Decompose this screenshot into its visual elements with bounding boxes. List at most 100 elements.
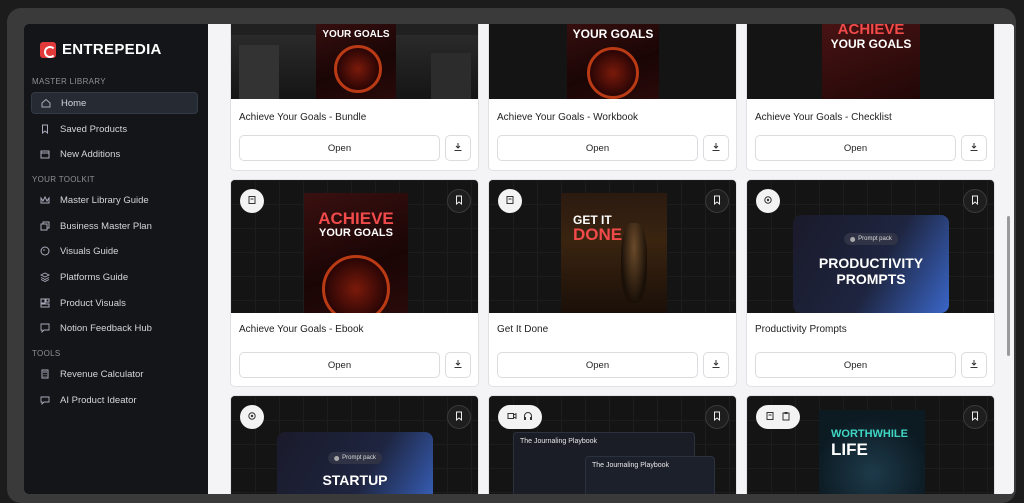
bookmark-icon	[712, 408, 722, 426]
product-title: Achieve Your Goals - Bundle	[239, 112, 367, 123]
copy-icon	[40, 221, 50, 231]
message-icon	[40, 323, 50, 333]
product-card[interactable]: The Journaling Playbook The Journaling P…	[488, 395, 737, 494]
product-thumbnail: GET IT DONE	[489, 180, 736, 313]
video-icon	[507, 408, 517, 426]
open-button[interactable]: Open	[755, 135, 956, 161]
cover-title: PRODUCTIVITY PROMPTS	[818, 255, 924, 288]
bookmark-icon	[40, 124, 50, 134]
crown-icon	[40, 195, 50, 205]
sidebar-item-master-library-guide[interactable]: Master Library Guide	[31, 189, 198, 211]
sidebar-item-new-additions[interactable]: New Additions	[31, 143, 198, 165]
bookmark-icon	[454, 408, 464, 426]
product-card[interactable]: YOUR GOALS Achieve Your Goals - Bundle O…	[230, 24, 479, 171]
open-button[interactable]: Open	[497, 352, 698, 378]
product-thumbnail: ACHIEVE YOUR GOALS	[231, 180, 478, 313]
sidebar-item-label: Platforms Guide	[60, 271, 129, 283]
cover-teal-text: WORTHWHILE	[831, 428, 908, 440]
gear-icon	[763, 192, 773, 210]
product-thumbnail: The Journaling Playbook The Journaling P…	[489, 396, 736, 494]
cover-red-text: DONE	[573, 225, 623, 244]
layers-icon	[40, 272, 50, 282]
download-button[interactable]	[445, 352, 471, 378]
prompt-badge	[756, 189, 780, 213]
book-icon	[765, 408, 775, 426]
sidebar-item-label: Product Visuals	[60, 297, 126, 309]
bookmark-button[interactable]	[705, 405, 729, 429]
brand-mark-icon	[40, 41, 56, 58]
brand-logo[interactable]: ENTREPEDIA	[40, 41, 162, 58]
sidebar-item-saved-products[interactable]: Saved Products	[31, 118, 198, 140]
ebook-badge	[498, 189, 522, 213]
product-thumbnail: Prompt pack STARTUP	[231, 396, 478, 494]
gallery-icon	[40, 298, 50, 308]
sidebar-item-label: Visuals Guide	[60, 245, 119, 257]
open-button[interactable]: Open	[239, 135, 440, 161]
product-card[interactable]: Prompt pack STARTUP	[230, 395, 479, 494]
product-card[interactable]: WORTHWHILE LIFE	[746, 395, 995, 494]
product-card[interactable]: Prompt pack PRODUCTIVITY PROMPTS Product…	[746, 179, 995, 387]
open-button[interactable]: Open	[497, 135, 698, 161]
download-button[interactable]	[703, 352, 729, 378]
calculator-icon	[40, 369, 50, 379]
product-card[interactable]: ACHIEVE YOUR GOALS Achieve Your Goals - …	[746, 24, 995, 171]
sidebar-item-platforms-guide[interactable]: Platforms Guide	[31, 266, 198, 288]
product-card[interactable]: YOUR GOALS Achieve Your Goals - Workbook…	[488, 24, 737, 171]
download-icon	[453, 356, 463, 374]
sidebar-item-ai-product-ideator[interactable]: AI Product Ideator	[31, 389, 198, 411]
palette-icon	[40, 246, 50, 256]
product-thumbnail: Prompt pack PRODUCTIVITY PROMPTS	[747, 180, 994, 313]
bookmark-button[interactable]	[963, 189, 987, 213]
download-icon	[969, 139, 979, 157]
open-button[interactable]: Open	[239, 352, 440, 378]
app-window: ENTREPEDIA MASTER LIBRARY Home Saved Pro…	[24, 24, 1014, 494]
headphones-icon	[523, 408, 533, 426]
sidebar-item-label: Master Library Guide	[60, 194, 149, 206]
bookmark-button[interactable]	[705, 189, 729, 213]
sidebar-item-label: AI Product Ideator	[60, 394, 137, 406]
product-title: Get It Done	[497, 324, 549, 335]
sidebar-item-product-visuals[interactable]: Product Visuals	[31, 292, 198, 314]
product-thumbnail: ACHIEVE YOUR GOALS	[747, 24, 994, 99]
product-title: Achieve Your Goals - Checklist	[755, 112, 892, 123]
download-button[interactable]	[445, 135, 471, 161]
download-button[interactable]	[703, 135, 729, 161]
download-icon	[711, 356, 721, 374]
sidebar-item-label: New Additions	[60, 148, 121, 160]
sidebar-item-business-master-plan[interactable]: Business Master Plan	[31, 215, 198, 237]
clipboard-icon	[781, 408, 791, 426]
bookmark-button[interactable]	[447, 405, 471, 429]
sidebar-item-label: Revenue Calculator	[60, 368, 144, 380]
section-tools: TOOLS	[32, 349, 61, 358]
sidebar-item-notion-feedback-hub[interactable]: Notion Feedback Hub	[31, 317, 198, 339]
sidebar-item-label: Home	[61, 97, 87, 109]
playbook-title: The Journaling Playbook	[520, 438, 598, 445]
download-icon	[453, 139, 463, 157]
gear-icon	[247, 408, 257, 426]
sidebar-item-revenue-calculator[interactable]: Revenue Calculator	[31, 363, 198, 385]
sidebar-item-visuals-guide[interactable]: Visuals Guide	[31, 240, 198, 262]
bookmark-icon	[970, 192, 980, 210]
scrollbar-thumb[interactable]	[1007, 216, 1010, 356]
home-icon	[41, 98, 51, 108]
brand-name: ENTREPEDIA	[62, 41, 162, 58]
sidebar-item-home[interactable]: Home	[31, 92, 198, 114]
device-frame: ENTREPEDIA MASTER LIBRARY Home Saved Pro…	[7, 8, 1016, 503]
prompt-pack-pill: Prompt pack	[844, 233, 898, 245]
cover-title: YOUR GOALS	[319, 227, 393, 239]
main-content: YOUR GOALS Achieve Your Goals - Bundle O…	[208, 24, 1014, 494]
bookmark-icon	[712, 192, 722, 210]
bookmark-button[interactable]	[447, 189, 471, 213]
download-button[interactable]	[961, 135, 987, 161]
download-button[interactable]	[961, 352, 987, 378]
open-button[interactable]: Open	[755, 352, 956, 378]
section-your-toolkit: YOUR TOOLKIT	[32, 175, 95, 184]
bookmark-button[interactable]	[963, 405, 987, 429]
product-card[interactable]: ACHIEVE YOUR GOALS Achieve Your Goals - …	[230, 179, 479, 387]
sidebar: ENTREPEDIA MASTER LIBRARY Home Saved Pro…	[24, 24, 208, 494]
product-title: Productivity Prompts	[755, 324, 847, 335]
playbook-title-2: The Journaling Playbook	[592, 462, 670, 469]
prompt-badge	[240, 405, 264, 429]
product-card[interactable]: GET IT DONE Get It Done Open	[488, 179, 737, 387]
cover-title: YOUR GOALS	[830, 37, 912, 51]
